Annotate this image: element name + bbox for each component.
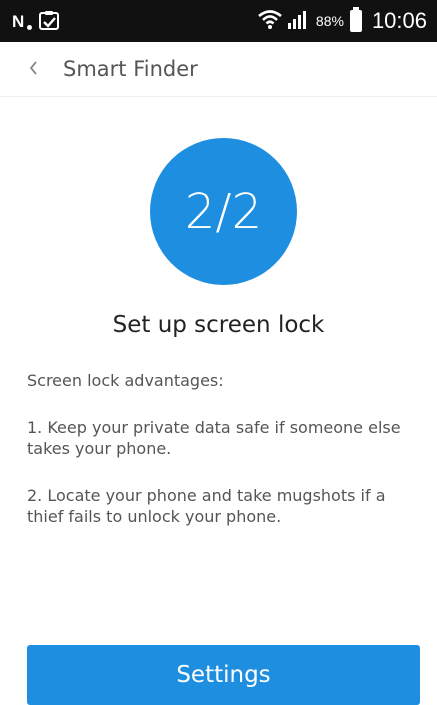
advantage-item-2: 2. Locate your phone and take mugshots i… — [27, 486, 386, 526]
chevron-left-icon — [29, 59, 39, 80]
step-label: 2/2 — [184, 183, 263, 240]
battery-icon — [349, 7, 362, 32]
advantages-intro: Screen lock advantages: — [27, 371, 224, 390]
app-title: Smart Finder — [63, 57, 198, 81]
status-bar: N 88% 10:06 — [0, 0, 437, 42]
page-heading: Set up screen lock — [112, 312, 325, 338]
wifi-icon — [258, 9, 282, 33]
clock: 10:06 — [371, 8, 427, 33]
step-indicator: 2/2 — [150, 138, 297, 285]
content-body: Screen lock advantages: 1. Keep your pri… — [27, 370, 422, 553]
app-bar: Smart Finder — [0, 42, 437, 97]
n-notification-icon: N — [12, 11, 32, 33]
status-right-icons: 88% 10:06 — [258, 0, 427, 42]
settings-button[interactable]: Settings — [27, 645, 420, 705]
cell-signal-icon — [287, 9, 310, 33]
back-button[interactable] — [22, 42, 46, 96]
battery-percent: 88% — [315, 13, 344, 29]
advantage-item-1: 1. Keep your private data safe if someon… — [27, 418, 401, 458]
status-left-icons: N — [12, 9, 60, 35]
clipboard-check-icon — [38, 9, 60, 35]
